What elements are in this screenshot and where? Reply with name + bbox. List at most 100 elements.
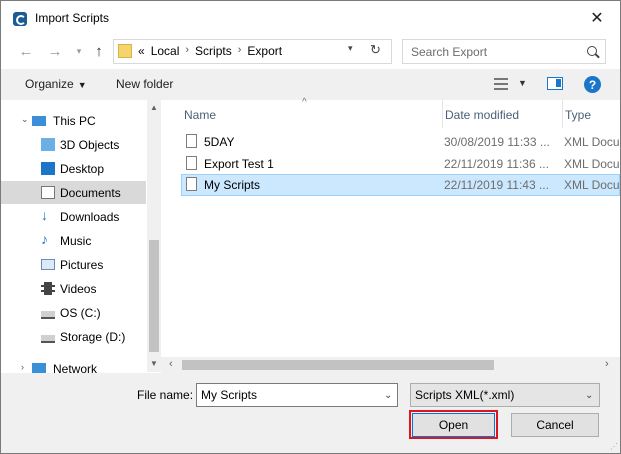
title-bar: Import Scripts ✕: [1, 1, 620, 34]
breadcrumb: « Local › Scripts › Export: [138, 44, 282, 58]
scroll-up-icon[interactable]: ▲: [150, 103, 158, 112]
file-name-input[interactable]: My Scripts: [196, 383, 398, 407]
file-type: XML Docu: [564, 178, 620, 192]
command-bar: Organize ▼ New folder: [1, 69, 620, 100]
import-scripts-dialog: Import Scripts ✕ ← → ▾ ↑ « Local › Scrip…: [0, 0, 621, 454]
navigation-pane: ⌄ This PC 3D Objects Desktop Documents ↓…: [1, 100, 161, 376]
search-input[interactable]: Search Export: [411, 45, 487, 59]
up-arrow-icon[interactable]: ↑: [90, 42, 108, 60]
nav-label: Pictures: [60, 258, 104, 272]
back-arrow-icon[interactable]: ←: [17, 42, 35, 60]
organize-button[interactable]: Organize ▼: [25, 77, 87, 91]
file-date: 30/08/2019 11:33 ...: [444, 135, 550, 149]
chevron-right-icon[interactable]: ›: [21, 362, 24, 372]
file-list: ^ Name Date modified Type 5DAY 30/08/201…: [161, 97, 620, 372]
file-icon: [186, 134, 197, 148]
nav-item-music[interactable]: ♪ Music: [1, 229, 146, 252]
file-type: XML Docu: [564, 157, 620, 171]
file-date: 22/11/2019 11:36 ...: [444, 157, 549, 171]
this-pc-icon: [32, 116, 46, 126]
chevron-down-icon[interactable]: ⌄: [585, 390, 593, 401]
organize-label: Organize: [25, 77, 74, 91]
forward-arrow-icon[interactable]: →: [46, 42, 64, 60]
3d-objects-icon: [41, 138, 55, 151]
scrollbar-thumb[interactable]: [182, 360, 494, 370]
address-dropdown-icon[interactable]: ▾: [348, 43, 353, 54]
file-type-select[interactable]: Scripts XML(*.xml): [410, 383, 600, 407]
file-row-selected[interactable]: My Scripts 22/11/2019 11:43 ... XML Docu: [181, 174, 620, 196]
documents-icon: [41, 186, 55, 199]
column-header-date[interactable]: Date modified: [443, 100, 563, 128]
desktop-icon: [41, 162, 55, 175]
cancel-button[interactable]: Cancel: [511, 413, 599, 437]
change-view-icon[interactable]: [494, 78, 508, 90]
column-header-type[interactable]: Type: [563, 100, 620, 128]
drive-icon: [41, 311, 55, 319]
nav-item-this-pc[interactable]: ⌄ This PC: [1, 109, 146, 132]
file-name-label: File name:: [137, 388, 194, 402]
nav-item-videos[interactable]: Videos: [1, 277, 146, 300]
column-header-name[interactable]: Name: [181, 100, 443, 128]
file-type: XML Docu: [564, 135, 620, 149]
breadcrumb-local[interactable]: Local: [145, 44, 180, 58]
nav-item-os-c[interactable]: OS (C:): [1, 301, 146, 324]
music-icon: ♪: [41, 231, 48, 247]
nav-item-storage-d[interactable]: Storage (D:): [1, 325, 146, 348]
videos-icon: [41, 282, 55, 295]
breadcrumb-scripts[interactable]: Scripts: [195, 44, 232, 58]
close-icon[interactable]: ✕: [582, 5, 612, 31]
breadcrumb-separator-icon[interactable]: ›: [179, 44, 195, 58]
file-list-horizontal-scrollbar[interactable]: ‹ ›: [161, 357, 620, 373]
search-box[interactable]: Search Export: [402, 39, 606, 64]
nav-item-3d-objects[interactable]: 3D Objects: [1, 133, 146, 156]
refresh-icon[interactable]: ↻: [370, 42, 381, 58]
nav-label: Videos: [60, 282, 97, 296]
nav-label: Music: [60, 234, 92, 248]
file-name: My Scripts: [204, 178, 261, 192]
nav-label: This PC: [53, 114, 96, 128]
breadcrumb-overflow[interactable]: «: [138, 44, 145, 58]
folder-icon: [118, 44, 132, 58]
nav-item-pictures[interactable]: Pictures: [1, 253, 146, 276]
chevron-down-icon: ▼: [77, 80, 87, 90]
nav-item-downloads[interactable]: ↓ Downloads: [1, 205, 146, 228]
nav-label: Storage (D:): [60, 330, 126, 344]
file-date: 22/11/2019 11:43 ...: [444, 178, 549, 192]
pictures-icon: [41, 259, 55, 270]
resize-grip-icon[interactable]: ⋰: [610, 442, 618, 451]
drive-icon: [41, 335, 55, 343]
file-row[interactable]: 5DAY 30/08/2019 11:33 ... XML Docu: [181, 131, 620, 153]
recent-locations-chevron-icon[interactable]: ▾: [70, 42, 88, 60]
scroll-left-icon[interactable]: ‹: [169, 358, 173, 370]
file-icon: [186, 156, 197, 170]
open-button[interactable]: Open: [412, 413, 495, 437]
nav-label: Documents: [60, 186, 121, 200]
nav-label: Downloads: [60, 210, 120, 224]
nav-label: 3D Objects: [60, 138, 120, 152]
app-icon: [13, 12, 27, 26]
downloads-icon: ↓: [41, 207, 48, 223]
chevron-down-icon[interactable]: ⌄: [21, 114, 29, 125]
file-icon: [186, 177, 197, 191]
file-name: Export Test 1: [204, 157, 274, 171]
file-row[interactable]: Export Test 1 22/11/2019 11:36 ... XML D…: [181, 153, 620, 175]
nav-label: Desktop: [60, 162, 105, 176]
nav-label: OS (C:): [60, 306, 101, 320]
breadcrumb-export[interactable]: Export: [247, 44, 282, 58]
view-options-chevron-icon[interactable]: ▼: [518, 78, 527, 88]
scroll-right-icon[interactable]: ›: [605, 358, 609, 370]
breadcrumb-separator-icon[interactable]: ›: [232, 44, 248, 58]
nav-scrollbar[interactable]: ▲ ▼: [147, 100, 161, 372]
nav-item-desktop[interactable]: Desktop: [1, 157, 146, 180]
file-name: 5DAY: [204, 135, 235, 149]
scrollbar-thumb[interactable]: [149, 240, 159, 352]
preview-pane-icon[interactable]: [547, 77, 563, 90]
scroll-down-icon[interactable]: ▼: [150, 359, 158, 368]
nav-item-documents[interactable]: Documents: [1, 181, 146, 204]
file-name-history-chevron-icon[interactable]: ⌄: [384, 390, 392, 401]
new-folder-button[interactable]: New folder: [116, 77, 173, 91]
help-icon[interactable]: ?: [584, 76, 601, 93]
window-title: Import Scripts: [35, 11, 110, 25]
network-icon: [32, 363, 46, 373]
search-icon: [587, 46, 597, 56]
